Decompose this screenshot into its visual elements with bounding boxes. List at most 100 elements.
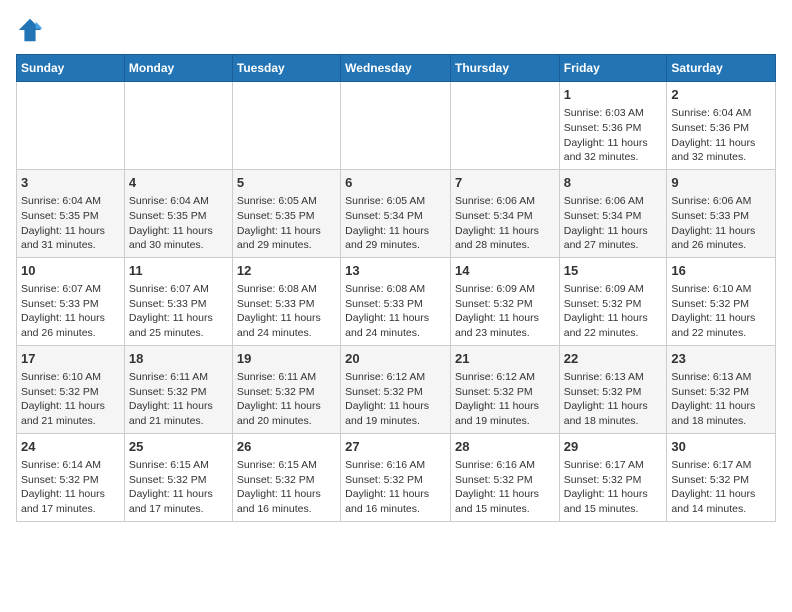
calendar-cell: 27Sunrise: 6:16 AMSunset: 5:32 PMDayligh… — [341, 433, 451, 521]
day-info: Sunrise: 6:16 AM — [455, 458, 555, 473]
day-info: Sunrise: 6:07 AM — [21, 282, 120, 297]
day-info: Daylight: 11 hours and 20 minutes. — [237, 399, 336, 428]
week-row-4: 17Sunrise: 6:10 AMSunset: 5:32 PMDayligh… — [17, 345, 776, 433]
day-number: 12 — [237, 262, 336, 280]
day-info: Daylight: 11 hours and 23 minutes. — [455, 311, 555, 340]
day-info: Daylight: 11 hours and 27 minutes. — [564, 224, 663, 253]
day-info: Sunrise: 6:15 AM — [129, 458, 228, 473]
day-info: Daylight: 11 hours and 16 minutes. — [237, 487, 336, 516]
day-info: Daylight: 11 hours and 17 minutes. — [129, 487, 228, 516]
calendar-cell: 21Sunrise: 6:12 AMSunset: 5:32 PMDayligh… — [450, 345, 559, 433]
day-info: Daylight: 11 hours and 22 minutes. — [564, 311, 663, 340]
calendar-cell: 5Sunrise: 6:05 AMSunset: 5:35 PMDaylight… — [232, 169, 340, 257]
calendar-cell: 30Sunrise: 6:17 AMSunset: 5:32 PMDayligh… — [667, 433, 776, 521]
day-info: Sunrise: 6:14 AM — [21, 458, 120, 473]
day-number: 7 — [455, 174, 555, 192]
calendar-cell — [124, 82, 232, 170]
day-info: Sunset: 5:32 PM — [21, 473, 120, 488]
day-info: Sunset: 5:34 PM — [564, 209, 663, 224]
day-info: Sunset: 5:33 PM — [21, 297, 120, 312]
day-info: Daylight: 11 hours and 14 minutes. — [671, 487, 771, 516]
day-info: Sunrise: 6:17 AM — [564, 458, 663, 473]
day-info: Daylight: 11 hours and 31 minutes. — [21, 224, 120, 253]
calendar-cell: 24Sunrise: 6:14 AMSunset: 5:32 PMDayligh… — [17, 433, 125, 521]
day-info: Daylight: 11 hours and 29 minutes. — [345, 224, 446, 253]
day-info: Sunrise: 6:06 AM — [564, 194, 663, 209]
day-info: Sunset: 5:32 PM — [129, 385, 228, 400]
calendar-body: 1Sunrise: 6:03 AMSunset: 5:36 PMDaylight… — [17, 82, 776, 522]
day-info: Daylight: 11 hours and 24 minutes. — [345, 311, 446, 340]
day-info: Sunset: 5:33 PM — [671, 209, 771, 224]
day-info: Daylight: 11 hours and 19 minutes. — [345, 399, 446, 428]
day-number: 27 — [345, 438, 446, 456]
day-info: Sunrise: 6:10 AM — [21, 370, 120, 385]
day-info: Sunset: 5:32 PM — [564, 385, 663, 400]
calendar-cell — [341, 82, 451, 170]
calendar-cell: 25Sunrise: 6:15 AMSunset: 5:32 PMDayligh… — [124, 433, 232, 521]
calendar-cell: 10 Sunrise: 6:07 AMSunset: 5:33 PMDayligh… — [17, 257, 125, 345]
day-info: Daylight: 11 hours and 32 minutes. — [564, 136, 663, 165]
calendar-cell: 11Sunrise: 6:07 AMSunset: 5:33 PMDayligh… — [124, 257, 232, 345]
day-info: Sunrise: 6:13 AM — [564, 370, 663, 385]
day-info: Sunrise: 6:04 AM — [671, 106, 771, 121]
calendar-cell: 8Sunrise: 6:06 AMSunset: 5:34 PMDaylight… — [559, 169, 667, 257]
day-info: Daylight: 11 hours and 18 minutes. — [671, 399, 771, 428]
day-info: Sunset: 5:33 PM — [237, 297, 336, 312]
day-info: Sunrise: 6:10 AM — [671, 282, 771, 297]
day-info: Sunset: 5:32 PM — [455, 297, 555, 312]
day-info: Sunset: 5:32 PM — [671, 385, 771, 400]
day-info: Daylight: 11 hours and 18 minutes. — [564, 399, 663, 428]
calendar-cell — [232, 82, 340, 170]
calendar-cell — [17, 82, 125, 170]
day-info: Sunrise: 6:06 AM — [455, 194, 555, 209]
calendar-cell: 22Sunrise: 6:13 AMSunset: 5:32 PMDayligh… — [559, 345, 667, 433]
day-number: 11 — [129, 262, 228, 280]
day-number: 4 — [129, 174, 228, 192]
day-number: 29 — [564, 438, 663, 456]
calendar-cell: 18Sunrise: 6:11 AMSunset: 5:32 PMDayligh… — [124, 345, 232, 433]
week-row-5: 24Sunrise: 6:14 AMSunset: 5:32 PMDayligh… — [17, 433, 776, 521]
day-info: Sunrise: 6:09 AM — [564, 282, 663, 297]
day-info: Daylight: 11 hours and 29 minutes. — [237, 224, 336, 253]
day-info: Sunset: 5:32 PM — [237, 385, 336, 400]
day-info: Daylight: 11 hours and 15 minutes. — [564, 487, 663, 516]
day-info: Sunset: 5:32 PM — [671, 297, 771, 312]
day-number: 3 — [21, 174, 120, 192]
calendar-cell: 28Sunrise: 6:16 AMSunset: 5:32 PMDayligh… — [450, 433, 559, 521]
day-info: Sunset: 5:32 PM — [564, 297, 663, 312]
day-info: Sunrise: 6:05 AM — [345, 194, 446, 209]
calendar-cell: 29Sunrise: 6:17 AMSunset: 5:32 PMDayligh… — [559, 433, 667, 521]
day-number: 26 — [237, 438, 336, 456]
day-number: 17 — [21, 350, 120, 368]
day-info: Sunset: 5:32 PM — [455, 473, 555, 488]
day-number: 14 — [455, 262, 555, 280]
day-info: Daylight: 11 hours and 26 minutes. — [21, 311, 120, 340]
day-number: 10 — [21, 262, 120, 280]
day-number: 24 — [21, 438, 120, 456]
calendar-header: SundayMondayTuesdayWednesdayThursdayFrid… — [17, 55, 776, 82]
calendar-cell: 14Sunrise: 6:09 AMSunset: 5:32 PMDayligh… — [450, 257, 559, 345]
calendar-cell: 13Sunrise: 6:08 AMSunset: 5:33 PMDayligh… — [341, 257, 451, 345]
day-info: Sunset: 5:35 PM — [21, 209, 120, 224]
day-info: Sunset: 5:32 PM — [129, 473, 228, 488]
calendar-cell: 17Sunrise: 6:10 AMSunset: 5:32 PMDayligh… — [17, 345, 125, 433]
day-number: 16 — [671, 262, 771, 280]
day-info: Sunset: 5:32 PM — [237, 473, 336, 488]
calendar-cell: 1Sunrise: 6:03 AMSunset: 5:36 PMDaylight… — [559, 82, 667, 170]
logo-icon — [16, 16, 44, 44]
day-info: Sunrise: 6:17 AM — [671, 458, 771, 473]
week-row-2: 3Sunrise: 6:04 AMSunset: 5:35 PMDaylight… — [17, 169, 776, 257]
day-info: Daylight: 11 hours and 30 minutes. — [129, 224, 228, 253]
header-day-saturday: Saturday — [667, 55, 776, 82]
day-info: Daylight: 11 hours and 21 minutes. — [21, 399, 120, 428]
calendar-cell: 12Sunrise: 6:08 AMSunset: 5:33 PMDayligh… — [232, 257, 340, 345]
calendar-cell: 2Sunrise: 6:04 AMSunset: 5:36 PMDaylight… — [667, 82, 776, 170]
day-number: 21 — [455, 350, 555, 368]
day-number: 20 — [345, 350, 446, 368]
week-row-3: 10Sunrise: 6:07 AMSunset: 5:33 PMDayligh… — [17, 257, 776, 345]
calendar-cell: 15Sunrise: 6:09 AMSunset: 5:32 PMDayligh… — [559, 257, 667, 345]
calendar-cell: 26Sunrise: 6:15 AMSunset: 5:32 PMDayligh… — [232, 433, 340, 521]
day-info: Sunrise: 6:04 AM — [21, 194, 120, 209]
day-info: Daylight: 11 hours and 26 minutes. — [671, 224, 771, 253]
calendar-cell: 19Sunrise: 6:11 AMSunset: 5:32 PMDayligh… — [232, 345, 340, 433]
